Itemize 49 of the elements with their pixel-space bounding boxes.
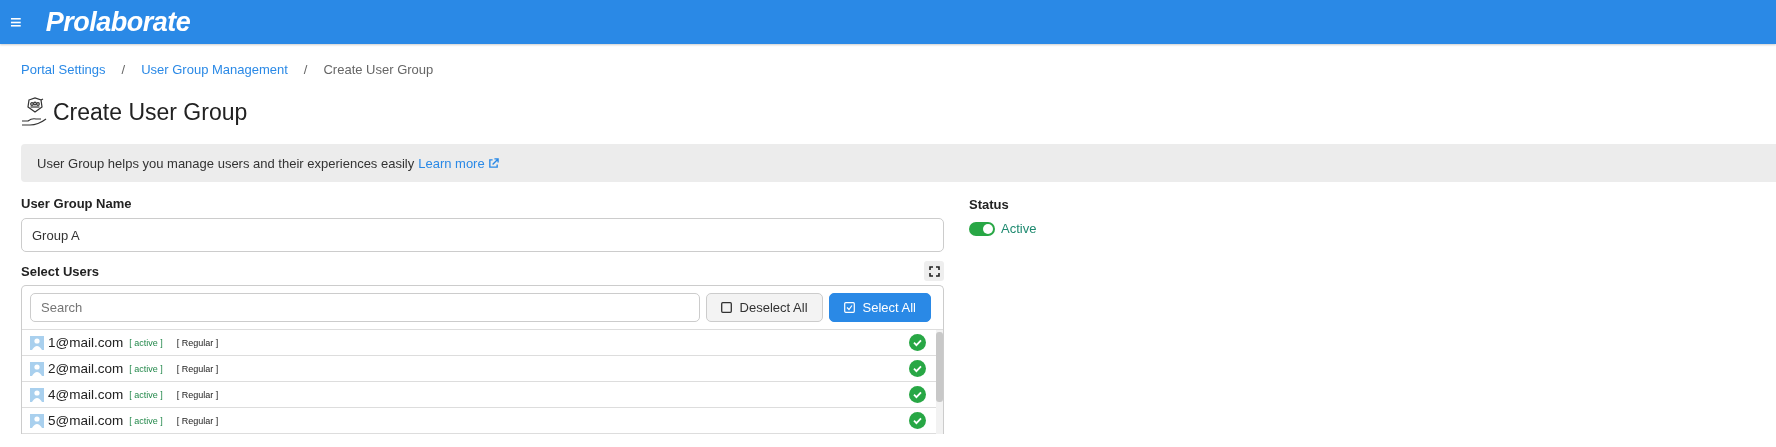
user-email: 4@mail.com [48,387,124,402]
group-in-hand-icon [21,97,49,127]
check-icon[interactable] [909,360,926,377]
status-text: Active [1001,221,1037,236]
page-title: Create User Group [53,98,248,126]
user-state: [ active ] [129,363,163,374]
menu-icon[interactable]: ≡ [10,10,22,34]
breadcrumb-current: Create User Group [323,62,434,77]
field-label: Select Users [21,263,100,279]
logo: Prolaborate [45,6,191,38]
empty-checkbox-icon [720,302,732,313]
user-email: 1@mail.com [48,335,124,350]
breadcrumb-link[interactable]: Portal Settings [21,62,106,77]
user-row[interactable]: 5@mail.com [ active ] [ Regular ] [22,408,936,434]
group-name-field[interactable]: Group A [21,218,944,252]
user-avatar-icon [30,387,44,402]
info-text: User Group helps you manage users and their experiences easily [37,155,415,171]
user-role: [ Regular ] [176,415,220,426]
deselect-all-button[interactable]: Deselect All [705,293,823,322]
user-role: [ Regular ] [176,363,220,374]
scrollbar-thumb[interactable] [936,332,943,402]
user-email: 5@mail.com [48,413,124,428]
field-label: Status [969,197,1010,212]
breadcrumb-link[interactable]: User Group Management [141,62,288,77]
user-avatar-icon [30,361,44,376]
breadcrumb-separator: / [121,62,126,77]
user-email: 2@mail.com [48,361,124,376]
user-role: [ Regular ] [176,389,220,400]
user-avatar-icon [30,335,44,350]
user-state: [ active ] [129,337,163,348]
status-toggle[interactable] [969,221,995,236]
user-state: [ active ] [129,415,163,426]
user-state: [ active ] [129,389,163,400]
fullscreen-icon [928,265,940,277]
check-icon[interactable] [909,386,926,403]
field-label: User Group Name [21,196,133,211]
checked-checkbox-icon [843,302,855,313]
search-field[interactable]: Search [30,293,700,322]
user-row[interactable]: 2@mail.com [ active ] [ Regular ] [22,356,936,382]
user-avatar-icon [30,413,44,428]
fullscreen-button[interactable] [924,261,944,281]
user-role: [ Regular ] [176,337,220,348]
user-row[interactable]: 4@mail.com [ active ] [ Regular ] [22,382,936,408]
external-link-icon [487,157,499,169]
breadcrumb-separator: / [303,62,308,77]
check-icon[interactable] [909,412,926,429]
check-icon[interactable] [909,334,926,351]
user-row[interactable]: 1@mail.com [ active ] [ Regular ] [22,330,936,356]
select-all-button[interactable]: Select All [828,293,931,322]
